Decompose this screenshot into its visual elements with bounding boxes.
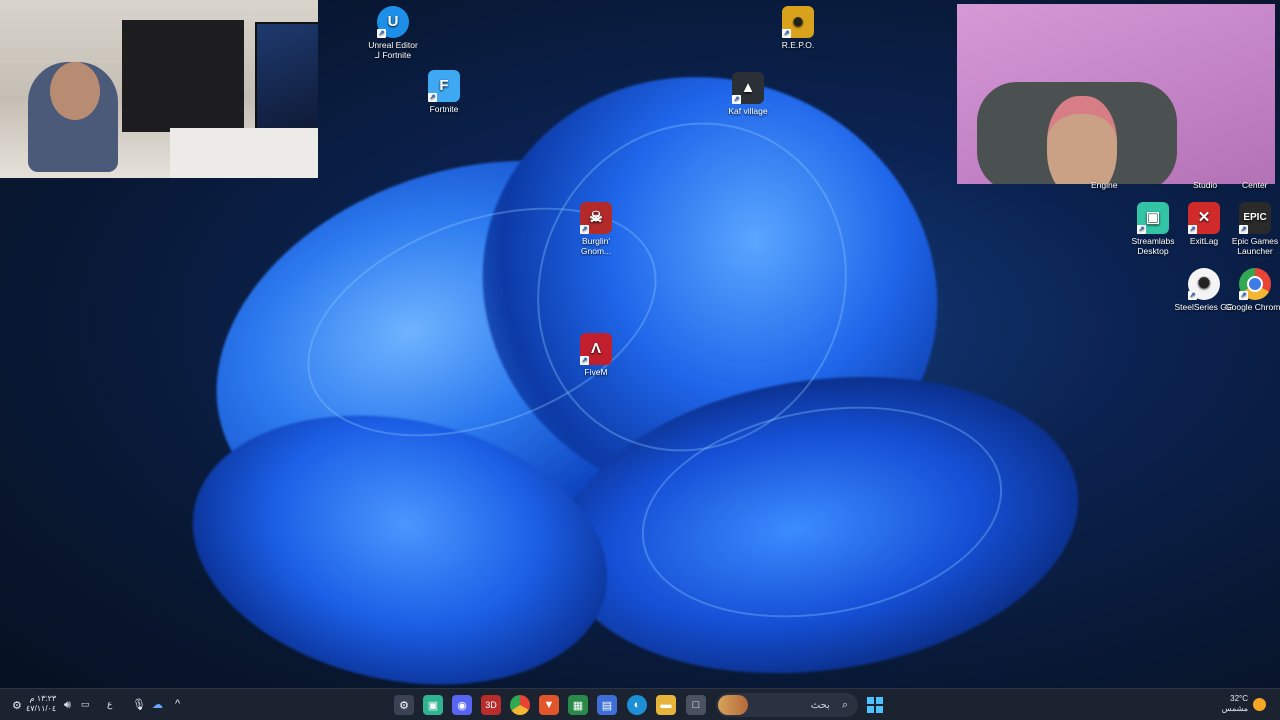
- partial-icon-label-engine: Engine: [1091, 180, 1118, 190]
- weather-widget[interactable]: 32°C مشمس: [1218, 694, 1248, 714]
- store-icon[interactable]: ▤: [597, 695, 617, 715]
- microphone-icon[interactable]: 🎙︎: [132, 698, 146, 711]
- file-explorer-icon[interactable]: ▬: [656, 695, 676, 715]
- search-box[interactable]: بحث ⌕: [716, 693, 858, 717]
- exitlag-icon: ✕ ↗: [1188, 202, 1220, 234]
- desktop-icon-burglin-gnomes[interactable]: ☠ ↗ Burglin' Gnom...: [566, 202, 626, 256]
- fortnite-icon: F ↗: [428, 70, 460, 102]
- app-icon[interactable]: ▦: [568, 695, 588, 715]
- desktop-icon-epic-games[interactable]: EPIC ↗ Epic Games Launcher: [1225, 202, 1280, 256]
- sun-icon: [1253, 698, 1266, 711]
- chevron-up-icon[interactable]: ^: [175, 698, 180, 710]
- partial-icon-label-center: Center: [1242, 180, 1268, 190]
- burglin-gnomes-icon: ☠ ↗: [580, 202, 612, 234]
- desktop-icon-unreal-editor[interactable]: U ↗ Unreal Editor لـ Fortnite: [363, 6, 423, 60]
- desktop-icon-kaf-village[interactable]: ▲ ↗ Kaf village: [718, 72, 778, 116]
- volume-icon[interactable]: 🔊︎: [64, 699, 71, 712]
- start-button[interactable]: [865, 695, 885, 715]
- chrome-taskbar-icon[interactable]: [510, 695, 530, 715]
- webcam-overlay-right: [957, 4, 1275, 184]
- streamlabs-icon: ▣ ↗: [1137, 202, 1169, 234]
- kaf-village-icon: ▲ ↗: [732, 72, 764, 104]
- search-placeholder: بحث: [810, 699, 830, 711]
- steelseries-icon: ✺ ↗: [1188, 268, 1220, 300]
- language-indicator[interactable]: ع: [107, 699, 112, 710]
- onedrive-icon[interactable]: ☁: [152, 698, 163, 711]
- 3d-app-icon[interactable]: 3D: [481, 695, 501, 715]
- taskbar: ⚙ ١٣:٢٣ م ٤٧/١١/٠٤ 🔊︎ ▭ ع 🎙︎ ☁ ^ ⚙ ▣ ◉ 3…: [0, 688, 1280, 720]
- partial-icon-label-studio: Studio: [1193, 180, 1218, 190]
- desktop-icon-google-chrome[interactable]: ↗ Google Chrome: [1225, 268, 1280, 312]
- clock[interactable]: ١٣:٢٣ م ٤٧/١١/٠٤: [26, 694, 56, 714]
- settings-app-icon[interactable]: ⚙: [394, 695, 414, 715]
- chrome-icon: ↗: [1239, 268, 1271, 300]
- window-icon[interactable]: □: [686, 695, 706, 715]
- desktop-icon-fivem[interactable]: Λ ↗ FiveM: [566, 333, 626, 377]
- webcam-overlay-left: [0, 0, 318, 178]
- network-icon[interactable]: ▭: [81, 699, 90, 710]
- desktop-icon-fortnite[interactable]: F ↗ Fortnite: [414, 70, 474, 114]
- repo-icon: ☻ ↗: [782, 6, 814, 38]
- notification-icon[interactable]: ⚙: [12, 699, 22, 712]
- desktop-icon-repo[interactable]: ☻ ↗ R.E.P.O.: [768, 6, 828, 50]
- streamlabs-taskbar-icon[interactable]: ▣: [423, 695, 443, 715]
- brave-icon[interactable]: ▼: [539, 695, 559, 715]
- search-icon: ⌕: [841, 698, 848, 711]
- discord-icon[interactable]: ◉: [452, 695, 472, 715]
- unreal-icon: U ↗: [377, 6, 409, 38]
- edge-icon[interactable]: ◐: [627, 695, 647, 715]
- epic-games-icon: EPIC ↗: [1239, 202, 1271, 234]
- search-highlight-icon: [718, 695, 748, 715]
- fivem-icon: Λ ↗: [580, 333, 612, 365]
